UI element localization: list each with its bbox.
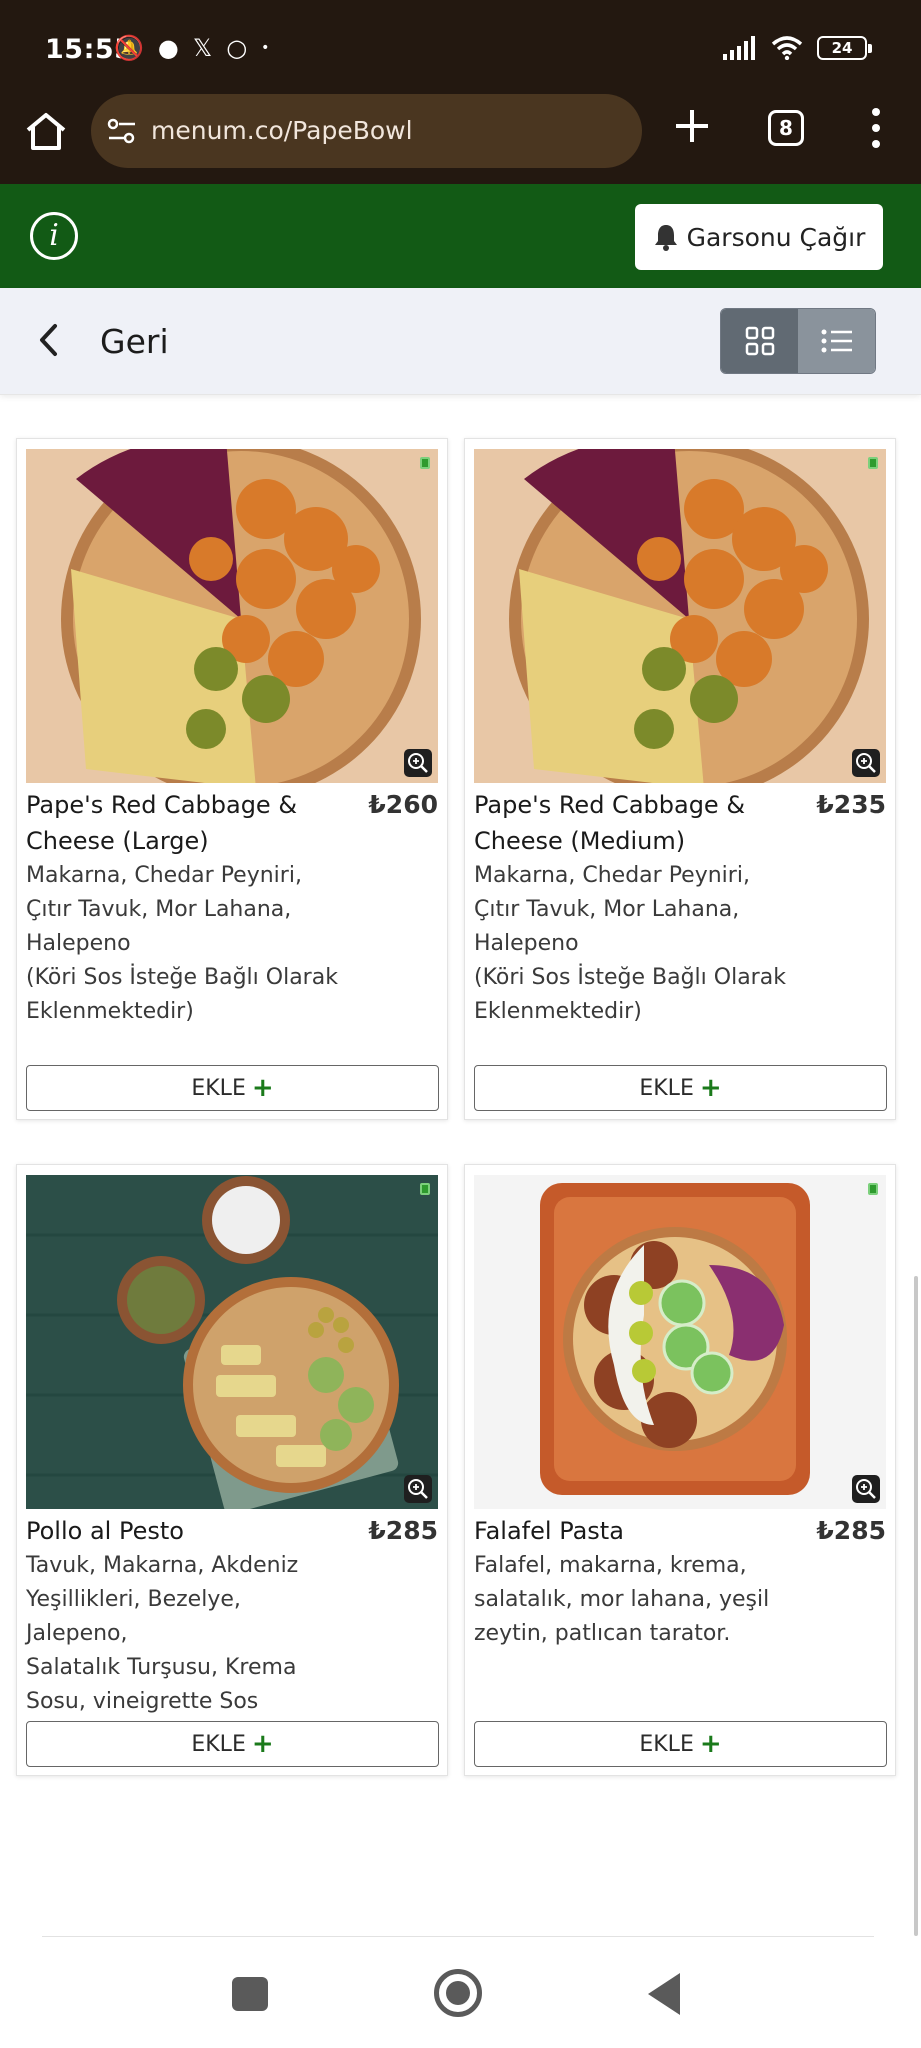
veg-indicator	[868, 1183, 878, 1195]
product-description: Tavuk, Makarna, Akdeniz Yeşillikleri, Be…	[26, 1553, 299, 1714]
list-view-button[interactable]	[798, 309, 875, 373]
plus-icon: +	[251, 1073, 274, 1103]
zoom-in-icon[interactable]	[852, 1475, 880, 1503]
plus-icon: +	[699, 1073, 722, 1103]
add-label: EKLE	[191, 1075, 246, 1101]
back-label[interactable]: Geri	[100, 322, 169, 361]
system-navigation	[0, 1937, 921, 2048]
product-price: ₺285	[368, 1516, 438, 1545]
product-price: ₺260	[368, 790, 438, 819]
overflow-menu-icon[interactable]	[868, 106, 884, 150]
chat-icon: ●	[157, 34, 179, 62]
product-title: Pape's Red Cabbage & Cheese (Large)	[26, 791, 298, 855]
product-card[interactable]: Falafel Pasta ₺285 Falafel, makarna, kre…	[464, 1164, 896, 1776]
call-waiter-button[interactable]: Garsonu Çağır	[635, 204, 883, 270]
signal-icon	[723, 36, 755, 60]
grid-view-button[interactable]	[721, 309, 798, 373]
home-button[interactable]	[434, 1969, 482, 2017]
dot-icon: •	[261, 40, 270, 56]
product-card[interactable]: Pape's Red Cabbage & Cheese (Medium) ₺23…	[464, 438, 896, 1120]
product-image[interactable]	[474, 449, 886, 783]
site-settings-icon[interactable]	[105, 114, 139, 148]
app-header: i Garsonu Çağır	[0, 184, 921, 288]
mute-bell-icon: 🔕	[114, 34, 144, 62]
veg-indicator	[420, 1183, 430, 1195]
divider	[0, 394, 921, 395]
loop-icon: ○	[226, 34, 248, 62]
product-description: Makarna, Chedar Peyniri, Çıtır Tavuk, Mo…	[474, 863, 786, 1024]
product-description: Makarna, Chedar Peyniri, Çıtır Tavuk, Mo…	[26, 863, 338, 1024]
battery-icon: 24	[817, 36, 872, 60]
url-text: menum.co/PapeBowl	[151, 116, 413, 145]
system-status: 24	[723, 36, 872, 60]
veg-indicator	[868, 457, 878, 469]
grid-icon	[745, 326, 774, 356]
add-label: EKLE	[191, 1731, 246, 1757]
add-button[interactable]: EKLE +	[26, 1721, 439, 1767]
scrollbar[interactable]	[914, 1276, 918, 1936]
address-bar[interactable]: menum.co/PapeBowl	[91, 94, 642, 168]
add-button[interactable]: EKLE +	[26, 1065, 439, 1111]
add-button[interactable]: EKLE +	[474, 1065, 887, 1111]
product-title: Pape's Red Cabbage & Cheese (Medium)	[474, 791, 746, 855]
browser-toolbar: menum.co/PapeBowl 8	[0, 92, 921, 184]
product-image[interactable]	[474, 1175, 886, 1509]
wifi-icon	[771, 36, 803, 60]
x-logo-icon: 𝕏	[192, 34, 213, 62]
zoom-in-icon[interactable]	[852, 749, 880, 777]
notification-icons: 🔕 ● 𝕏 ○ •	[114, 34, 269, 62]
plus-icon: +	[251, 1729, 274, 1759]
recents-button[interactable]	[232, 1977, 268, 2011]
category-nav: Geri	[0, 288, 921, 394]
product-title: Pollo al Pesto	[26, 1517, 184, 1545]
tab-count-button[interactable]: 8	[768, 110, 804, 146]
veg-indicator	[420, 457, 430, 469]
product-price: ₺285	[816, 1516, 886, 1545]
zoom-in-icon[interactable]	[404, 749, 432, 777]
home-icon[interactable]	[22, 108, 70, 156]
status-bar: 15:55 🔕 ● 𝕏 ○ • 24	[0, 0, 921, 92]
product-description: Falafel, makarna, krema, salatalık, mor …	[474, 1553, 770, 1646]
new-tab-icon[interactable]	[672, 106, 712, 146]
back-button[interactable]	[648, 1973, 680, 2015]
list-icon	[821, 329, 852, 353]
plus-icon: +	[699, 1729, 722, 1759]
add-button[interactable]: EKLE +	[474, 1721, 887, 1767]
chevron-left-icon[interactable]	[30, 320, 70, 360]
product-image[interactable]	[26, 449, 438, 783]
product-title: Falafel Pasta	[474, 1517, 624, 1545]
add-label: EKLE	[639, 1731, 694, 1757]
product-price: ₺235	[816, 790, 886, 819]
product-card[interactable]: Pape's Red Cabbage & Cheese (Large) ₺260…	[16, 438, 448, 1120]
call-waiter-label: Garsonu Çağır	[686, 222, 866, 252]
add-label: EKLE	[639, 1075, 694, 1101]
bell-icon	[654, 225, 677, 251]
zoom-in-icon[interactable]	[404, 1475, 432, 1503]
product-card[interactable]: Pollo al Pesto ₺285 Tavuk, Makarna, Akde…	[16, 1164, 448, 1776]
view-toggle	[720, 308, 876, 374]
info-icon[interactable]: i	[30, 212, 78, 260]
product-image[interactable]	[26, 1175, 438, 1509]
